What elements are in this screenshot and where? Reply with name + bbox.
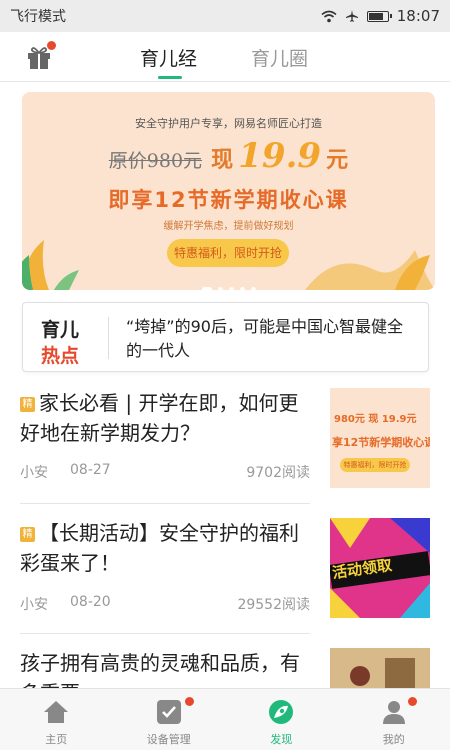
article-author: 小安: [20, 597, 48, 613]
profile-notification-dot: [407, 697, 417, 706]
article-thumbnail[interactable]: [330, 648, 430, 688]
featured-badge: 精: [20, 527, 35, 542]
home-icon: [44, 701, 69, 723]
carousel-dot: [239, 287, 245, 290]
airplane-mode-label: 飞行模式: [10, 9, 66, 25]
bottom-nav: 主页 设备管理 发现 我的: [0, 688, 450, 750]
discover-icon: [269, 700, 294, 724]
nav-label: 设备管理: [146, 733, 191, 746]
hot-tag-line1: 育儿: [41, 319, 80, 341]
carousel-dot: [228, 287, 234, 290]
top-header: 育儿经 育儿圈: [0, 32, 450, 82]
nav-label: 主页: [45, 733, 68, 746]
promo-banner[interactable]: 安全守护用户专享，网易名师匠心打造 原价980元 现 19.9 元 即享12节新…: [22, 92, 435, 290]
active-tab-indicator: [158, 76, 182, 79]
nav-label: 发现: [270, 733, 293, 746]
banner-tip: 缓解开学焦虑，提前做好规划: [163, 221, 294, 232]
banner-subtitle: 安全守护用户专享，网易名师匠心打造: [135, 117, 322, 130]
carousel-dot: [201, 287, 212, 290]
article-date: 08-27: [70, 462, 111, 478]
original-price: 原价980元: [108, 150, 203, 172]
carousel-dot: [217, 287, 223, 290]
battery-icon: [366, 10, 392, 22]
article-title-text: 家长必看 | 开学在即，如何更好地在新学期发力？: [20, 391, 299, 445]
gift-button[interactable]: [26, 41, 56, 70]
article-item[interactable]: 精家长必看 | 开学在即，如何更好地在新学期发力？ 小安 08-27 9702阅…: [20, 388, 430, 498]
article-title[interactable]: 孩子拥有高贵的灵魂和品质，有多重要: [20, 648, 310, 688]
divider: [20, 503, 310, 504]
banner-price: 原价980元 现 19.9 元: [22, 136, 435, 176]
tab-parenting-tips[interactable]: 育儿经: [140, 44, 197, 71]
device-check-icon: [156, 700, 181, 724]
course-title: 即享12节新学期收心课: [108, 188, 349, 212]
airplane-icon: [345, 10, 358, 22]
status-bar: 飞行模式 18:07: [0, 0, 450, 32]
article-thumbnail[interactable]: 980元 现 19.9元 享12节新学期收心课 特惠福利，限时开抢: [330, 388, 430, 488]
nav-discover[interactable]: 发现: [225, 689, 338, 750]
now-label: 现: [211, 148, 234, 173]
article-item[interactable]: 孩子拥有高贵的灵魂和品质，有多重要: [20, 648, 430, 688]
divider: [20, 633, 310, 634]
hot-divider: [108, 317, 109, 359]
article-reads: 29552阅读: [237, 597, 310, 613]
carousel-dot: [250, 287, 256, 290]
nav-home[interactable]: 主页: [0, 689, 113, 750]
banner-cta-button[interactable]: 特惠福利，限时开抢: [167, 239, 289, 267]
tab-parenting-circle[interactable]: 育儿圈: [251, 44, 308, 71]
article-item[interactable]: 精【长期活动】安全守护的福利彩蛋来了！ 小安 08-20 29552阅读 活动领…: [20, 518, 430, 628]
featured-badge: 精: [20, 397, 35, 412]
device-notification-dot: [184, 697, 194, 706]
article-title[interactable]: 精家长必看 | 开学在即，如何更好地在新学期发力？: [20, 388, 310, 448]
thumb-cta: 特惠福利，限时开抢: [340, 458, 410, 472]
thumb-price-text: 980元 现 19.9元: [334, 414, 417, 425]
profile-icon: [382, 701, 405, 724]
thumb-illustration: [330, 648, 430, 688]
nav-label: 我的: [382, 733, 405, 746]
carousel-dots: [22, 277, 435, 290]
hot-news-card[interactable]: 育儿 热点 “垮掉”的90后，可能是中国心智最健全的一代人: [22, 302, 429, 372]
article-date: 08-20: [70, 594, 111, 610]
article-title[interactable]: 精【长期活动】安全守护的福利彩蛋来了！: [20, 518, 310, 578]
article-title-text: 【长期活动】安全守护的福利彩蛋来了！: [20, 521, 299, 575]
price-unit: 元: [326, 148, 349, 173]
thumb-course-text: 享12节新学期收心课: [332, 436, 430, 449]
clock: 18:07: [396, 7, 440, 25]
article-author: 小安: [20, 465, 48, 481]
gift-notification-dot: [47, 41, 56, 50]
hot-tag-line2: 热点: [41, 345, 80, 367]
hot-news-headline[interactable]: “垮掉”的90后，可能是中国心智最健全的一代人: [126, 315, 416, 363]
article-thumbnail[interactable]: 活动领取: [330, 518, 430, 618]
sale-price: 19.9: [238, 136, 322, 176]
article-reads: 9702阅读: [246, 465, 310, 481]
nav-profile[interactable]: 我的: [338, 689, 450, 750]
wifi-icon: [321, 10, 337, 22]
nav-device-management[interactable]: 设备管理: [113, 689, 226, 750]
